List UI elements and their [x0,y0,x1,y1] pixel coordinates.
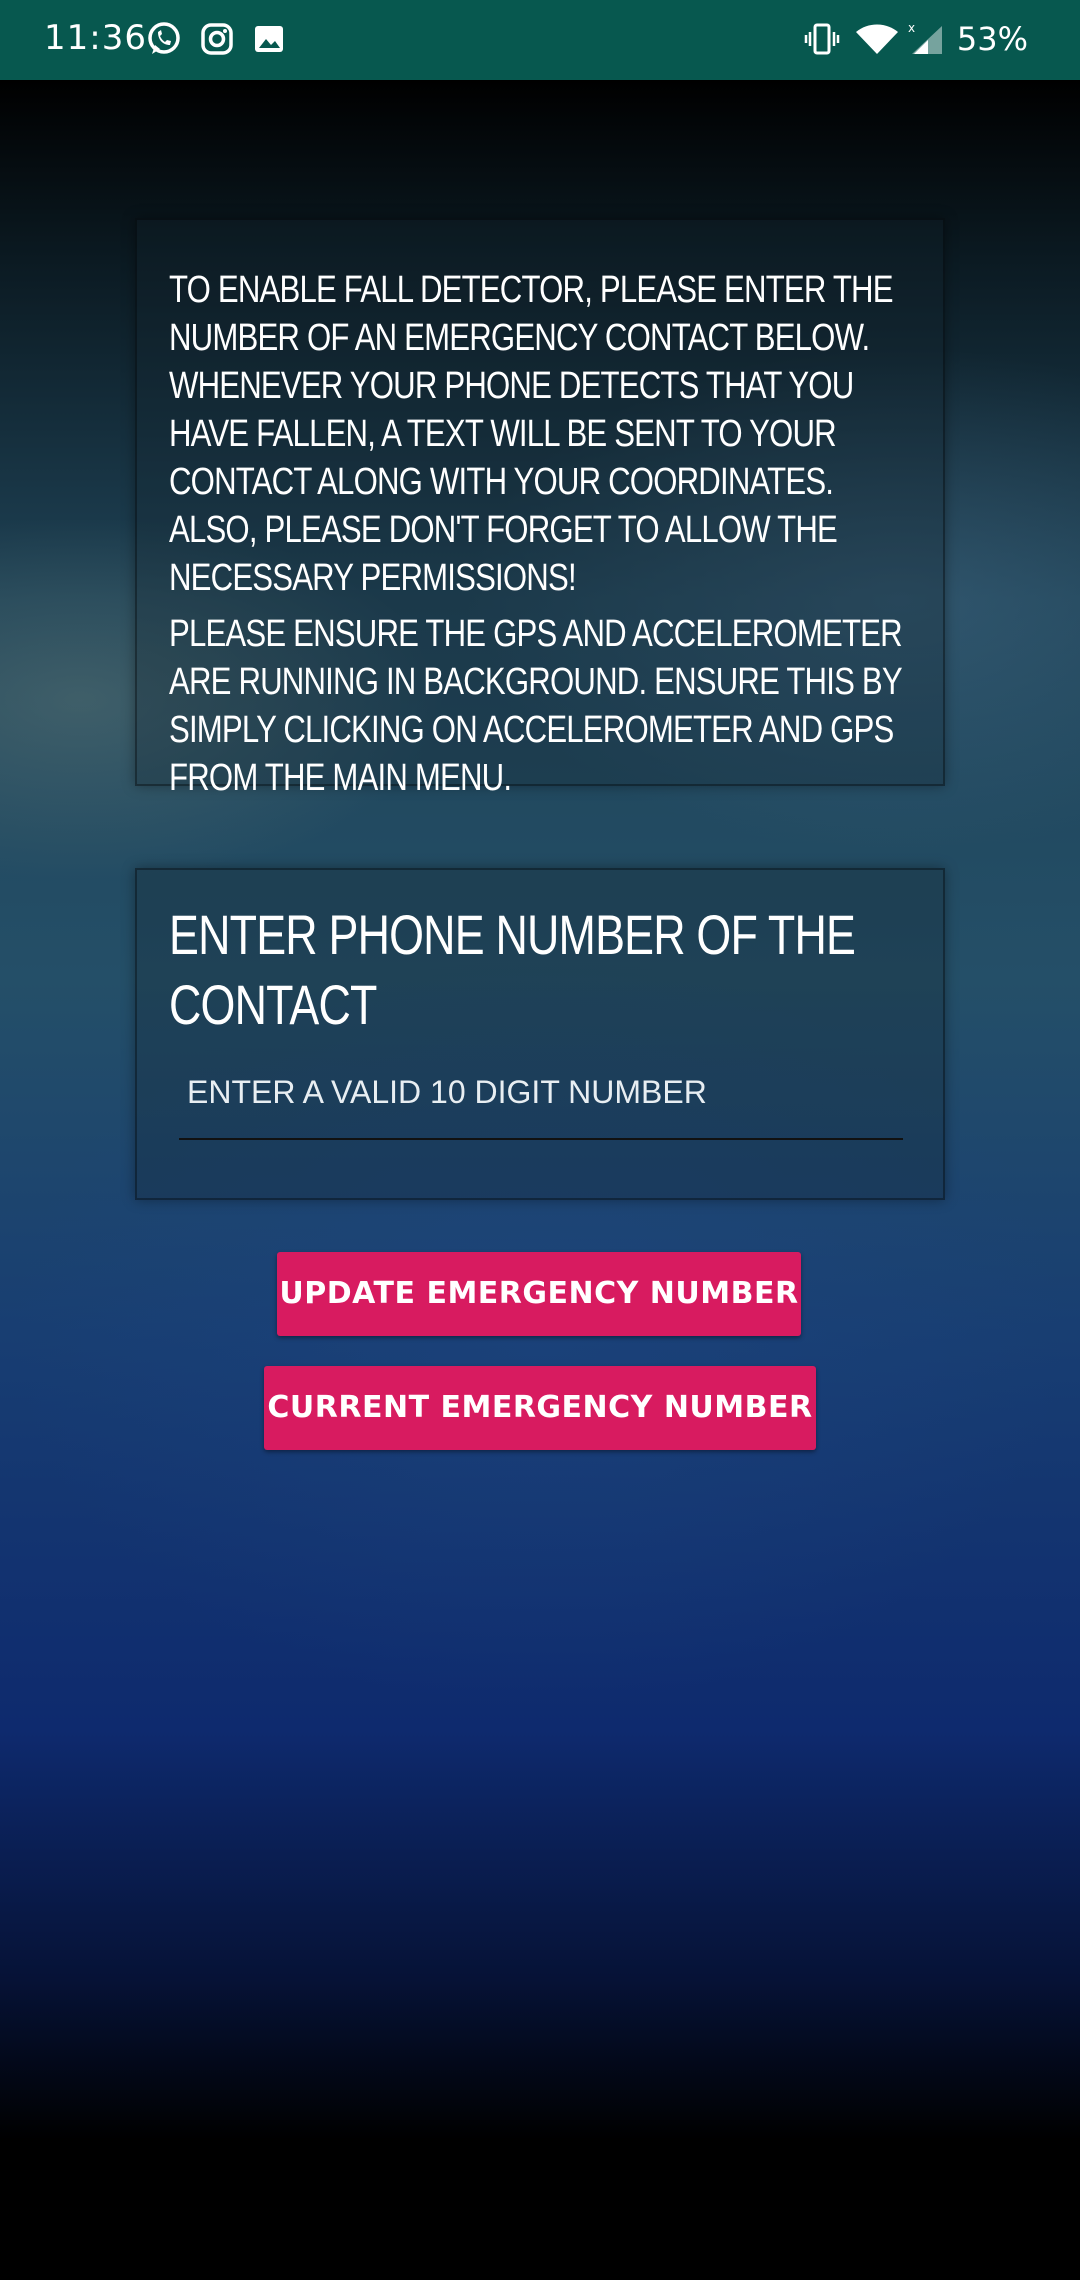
vibrate-icon [804,20,840,58]
whatsapp-icon [146,20,182,58]
battery-level: 53% [956,20,1028,58]
background-services-note: Please ensure the GPS and Accelerometer … [169,613,903,799]
wifi-icon [854,20,900,58]
status-bar: 11:36 x 53% [0,0,1080,80]
contact-card: Enter phone number of the contact [135,868,945,1200]
current-emergency-number-button[interactable]: CURRENT EMERGENCY NUMBER [264,1366,816,1450]
gallery-icon [251,20,287,58]
app-screen: 11:36 x 53% TO ENABLE FALL DETECTOR, PLE… [0,0,1080,2280]
phone-number-input[interactable] [179,1060,903,1140]
info-card: To enable fall detector, please enter th… [135,218,945,799]
svg-text:x: x [908,21,915,35]
status-time: 11:36 [44,18,147,58]
contact-heading: Enter phone number of the contact [169,903,856,1036]
instructions-text: To enable fall detector, please enter th… [169,269,894,599]
cellular-signal-icon: x [906,20,946,58]
update-emergency-number-button[interactable]: UPDATE EMERGENCY NUMBER [277,1252,801,1336]
instagram-icon [199,20,235,58]
